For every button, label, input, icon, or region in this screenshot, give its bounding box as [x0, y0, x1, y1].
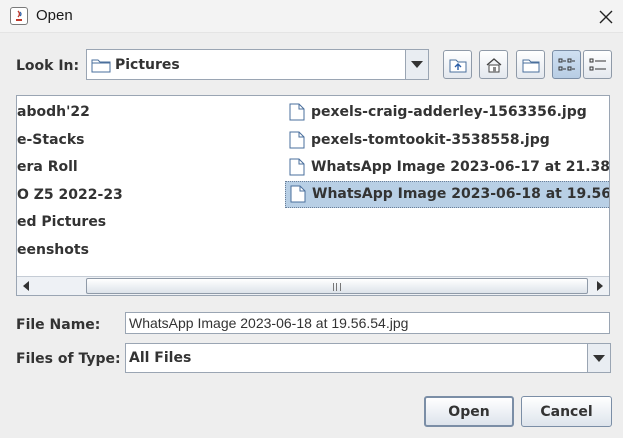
folder-icon — [91, 57, 111, 77]
chevron-down-icon — [411, 61, 423, 68]
folder-name: abodh'22 — [17, 104, 90, 120]
up-one-level-button[interactable] — [443, 50, 472, 79]
file-icon — [289, 103, 305, 129]
list-item[interactable]: O Z5 2022-23 — [17, 183, 123, 207]
folder-name: era Roll — [17, 159, 78, 175]
close-icon — [599, 10, 612, 23]
file-type-combo[interactable]: All Files — [125, 343, 611, 373]
list-item[interactable]: WhatsApp Image 2023-06-17 at 21.38.03.jp… — [285, 155, 610, 179]
scroll-left-button[interactable] — [17, 277, 35, 295]
look-in-combo[interactable]: Pictures — [86, 49, 429, 80]
list-view-button[interactable] — [552, 50, 581, 79]
folder-name: ed Pictures — [17, 214, 107, 230]
window-title: Open — [36, 7, 73, 24]
file-icon — [290, 185, 306, 211]
new-folder-button[interactable] — [516, 50, 545, 79]
grip-icon — [333, 283, 341, 291]
horizontal-scrollbar[interactable] — [17, 276, 609, 295]
chevron-down-icon — [593, 354, 605, 362]
list-item[interactable]: era Roll — [17, 155, 78, 179]
chevron-left-icon — [23, 281, 29, 291]
scrollbar-thumb[interactable] — [86, 278, 588, 294]
file-list[interactable]: abodh'22 e-Stacks era Roll O Z5 2022-23 … — [16, 95, 610, 296]
look-in-label: Look In: — [16, 58, 80, 74]
look-in-value: Pictures — [115, 57, 180, 73]
list-item[interactable]: abodh'22 — [17, 100, 90, 124]
cancel-button[interactable]: Cancel — [521, 396, 612, 427]
list-item[interactable]: pexels-tomtookit-3538558.jpg — [285, 128, 609, 152]
file-name: WhatsApp Image 2023-06-18 at 19.56.54.jp… — [312, 186, 609, 202]
list-item[interactable]: e-Stacks — [17, 128, 84, 152]
file-name-label: File Name: — [16, 317, 101, 333]
file-name-field[interactable] — [125, 312, 610, 334]
java-icon — [10, 7, 28, 25]
home-button[interactable] — [479, 50, 508, 79]
file-name: pexels-tomtookit-3538558.jpg — [311, 132, 550, 148]
file-icon — [289, 131, 305, 157]
folder-name: O Z5 2022-23 — [17, 187, 123, 203]
home-icon — [486, 57, 501, 72]
list-item[interactable]: eenshots — [17, 238, 89, 262]
list-item-selected[interactable]: WhatsApp Image 2023-06-18 at 19.56.54.jp… — [285, 181, 609, 211]
file-name: WhatsApp Image 2023-06-17 at 21.38.03.jp… — [311, 159, 610, 175]
details-view-button[interactable] — [583, 50, 612, 79]
up-one-level-icon — [449, 59, 466, 72]
close-button[interactable] — [588, 0, 623, 33]
folder-name: e-Stacks — [17, 132, 85, 148]
title-bar: Open — [0, 0, 623, 33]
folder-name: eenshots — [17, 242, 89, 258]
list-item[interactable]: pexels-craig-adderley-1563356.jpg — [285, 100, 609, 124]
file-name: pexels-craig-adderley-1563356.jpg — [311, 104, 587, 120]
details-view-icon — [589, 58, 606, 70]
new-folder-icon — [522, 59, 539, 72]
file-type-dropdown-button[interactable] — [587, 344, 610, 372]
chevron-right-icon — [597, 281, 603, 291]
file-type-value: All Files — [129, 350, 192, 366]
file-type-label: Files of Type: — [16, 351, 121, 367]
scroll-right-button[interactable] — [591, 277, 609, 295]
list-view-icon — [558, 58, 575, 70]
open-button[interactable]: Open — [424, 396, 514, 427]
list-item[interactable]: ed Pictures — [17, 210, 106, 234]
look-in-dropdown-button[interactable] — [405, 50, 428, 79]
